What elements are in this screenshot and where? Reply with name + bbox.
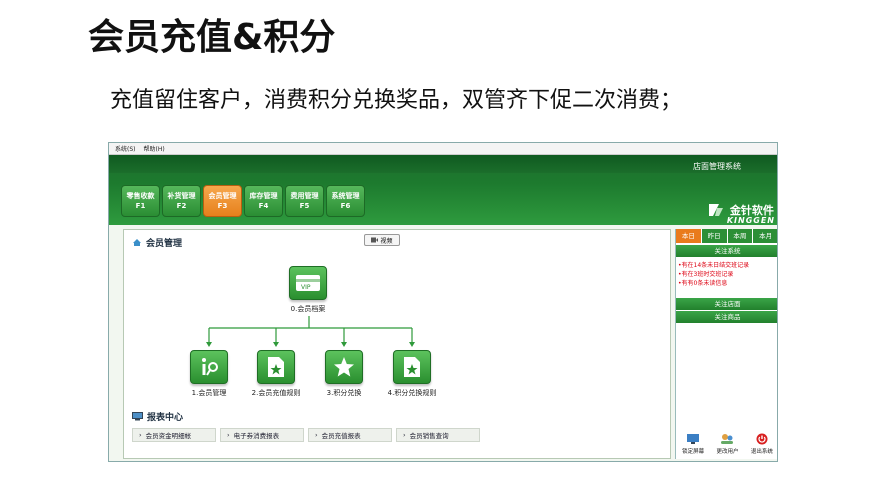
tab-this-month[interactable]: 本月 xyxy=(753,229,777,243)
alert-list: •有在14条未日结交班记录 •有在3班时交班记录 •有有0条未读信息 xyxy=(676,257,777,292)
report-member-funds[interactable]: › 会员资金明细帐 xyxy=(132,428,216,442)
report-member-sales[interactable]: › 会员销售查询 xyxy=(396,428,480,442)
module-member[interactable]: 会员管理 F3 xyxy=(203,185,242,217)
module-inventory[interactable]: 库存管理 F4 xyxy=(244,185,283,217)
app-header: 店面管理系统 零售收款 F1 补货管理 F2 会员管理 F3 库存管理 F4 费用管理 F… xyxy=(109,155,777,225)
svg-text:VIP: VIP xyxy=(301,284,311,291)
focus-goods-header[interactable]: 关注商品 xyxy=(676,311,777,323)
slide-subtitle: 充值留住客户，消费积分兑换奖品，双管齐下促二次消费； xyxy=(110,88,683,113)
report-member-recharge[interactable]: › 会员充值报表 xyxy=(308,428,392,442)
document-star-icon xyxy=(404,357,420,377)
system-name: 店面管理系统 xyxy=(693,162,741,171)
chevron-right-icon: › xyxy=(227,431,230,439)
tile-exchange-rule[interactable]: 4.积分兑换规则 xyxy=(380,350,444,398)
side-panel: 本日 昨日 本周 本月 关注系统 •有在14条未日结交班记录 •有在3班时交班记… xyxy=(675,229,777,459)
brand-logo: 金针软件 KINGGEN xyxy=(707,199,775,225)
alert-item[interactable]: •有在3班时交班记录 xyxy=(678,270,777,279)
lock-screen-icon xyxy=(687,434,700,444)
report-links: › 会员资金明细帐 › 电子券消费报表 › 会员充值报表 › 会员销售查询 xyxy=(132,428,480,442)
chevron-right-icon: › xyxy=(315,431,318,439)
focus-shop-header[interactable]: 关注店面 xyxy=(676,298,777,310)
period-tabs: 本日 昨日 本周 本月 xyxy=(676,229,777,243)
lock-screen-button[interactable]: 锁定屏幕 xyxy=(682,433,704,455)
module-bar: 零售收款 F1 补货管理 F2 会员管理 F3 库存管理 F4 费用管理 F5 系统管理 F… xyxy=(121,185,365,217)
document-star-icon xyxy=(268,357,284,377)
slide: 会员充值&积分 充值留住客户，消费积分兑换奖品，双管齐下促二次消费； 系统(S)… xyxy=(0,0,882,480)
app-window: 系统(S) 帮助(H) 店面管理系统 零售收款 F1 补货管理 F2 会员管理 F3 … xyxy=(108,142,778,462)
tab-yesterday[interactable]: 昨日 xyxy=(701,229,728,243)
tab-today[interactable]: 本日 xyxy=(676,229,702,243)
tile-member-manage[interactable]: 1.会员管理 xyxy=(179,350,239,398)
module-retail[interactable]: 零售收款 F1 xyxy=(121,185,160,217)
chevron-right-icon: › xyxy=(139,431,142,439)
alert-item[interactable]: •有有0条未读信息 xyxy=(678,279,777,288)
slide-title: 会员充值&积分 xyxy=(88,17,336,58)
side-footer: 锁定屏幕 更改用户 退出系统 xyxy=(676,433,777,455)
star-icon xyxy=(334,357,354,377)
users-icon xyxy=(721,434,734,444)
monitor-icon xyxy=(132,412,143,421)
focus-system-header[interactable]: 关注系统 xyxy=(676,245,777,257)
tile-points-exchange[interactable]: 3.积分兑换 xyxy=(316,350,372,398)
chevron-right-icon: › xyxy=(403,431,406,439)
brand-mark-icon xyxy=(708,203,723,216)
member-panel: 会员管理 视频 VIP 0.会员档案 1.会员管理 2.会员充值规则 3.积分兑… xyxy=(123,229,671,459)
change-user-button[interactable]: 更改用户 xyxy=(716,433,739,455)
vip-card-icon: VIP xyxy=(296,275,320,291)
menubar: 系统(S) 帮助(H) xyxy=(109,143,777,155)
power-icon xyxy=(756,433,768,445)
module-expense[interactable]: 费用管理 F5 xyxy=(285,185,324,217)
tile-recharge-rule[interactable]: 2.会员充值规则 xyxy=(241,350,311,398)
report-e-coupon[interactable]: › 电子券消费报表 xyxy=(220,428,304,442)
alert-item[interactable]: •有在14条未日结交班记录 xyxy=(678,261,777,270)
tab-this-week[interactable]: 本周 xyxy=(727,229,754,243)
module-replenish[interactable]: 补货管理 F2 xyxy=(162,185,201,217)
system-bar xyxy=(109,155,777,173)
info-search-icon xyxy=(202,358,218,376)
menu-help[interactable]: 帮助(H) xyxy=(144,144,165,153)
tile-member-archive[interactable]: VIP 0.会员档案 xyxy=(289,266,327,314)
brand-en: KINGGEN xyxy=(726,216,775,225)
report-center-title: 报表中心 xyxy=(132,410,183,423)
menu-system[interactable]: 系统(S) xyxy=(115,144,136,153)
module-system[interactable]: 系统管理 F6 xyxy=(326,185,365,217)
exit-system-button[interactable]: 退出系统 xyxy=(751,433,773,455)
